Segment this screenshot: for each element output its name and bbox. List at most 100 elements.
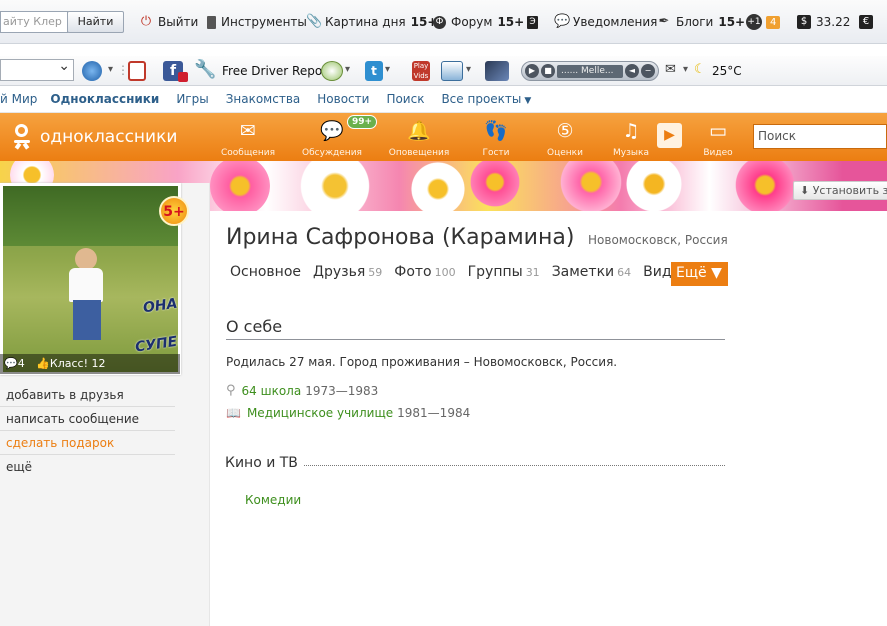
plus-one-button[interactable]: +1 4 xyxy=(746,13,781,31)
dropdown-arrow-icon[interactable]: ▾ xyxy=(108,64,113,75)
volume-icon[interactable]: ◄ xyxy=(625,64,639,78)
tab-groups[interactable]: Группы 31 xyxy=(468,264,540,280)
plus-one-badge: +1 xyxy=(746,14,762,30)
nav-item-dating[interactable]: Знакомства xyxy=(226,92,301,106)
college-link[interactable]: Медицинское училище xyxy=(247,406,393,420)
trees-decoration xyxy=(3,186,178,246)
person-jeans xyxy=(73,300,101,340)
notifications-button[interactable]: 💬 Уведомления xyxy=(554,13,657,31)
comedy-link[interactable]: Комедии xyxy=(245,493,301,507)
send-gift-action[interactable]: сделать подарок xyxy=(0,431,175,455)
blogs-button[interactable]: ✒ Блоги 15+ xyxy=(657,13,746,31)
person-shirt xyxy=(69,268,103,302)
dollar-icon: $ xyxy=(797,15,811,29)
more-actions[interactable]: ещё xyxy=(0,455,175,479)
like-icon: 👍 xyxy=(36,357,50,370)
player-track-title: ...... Melle... xyxy=(557,64,623,78)
flower-decoration xyxy=(300,161,370,211)
tools-button[interactable]: Инструменты xyxy=(207,13,307,31)
flower-decoration xyxy=(210,161,270,211)
gift-icon[interactable] xyxy=(128,61,146,81)
header-music[interactable]: ♫ Музыка xyxy=(597,117,665,161)
about-divider xyxy=(226,339,725,340)
nav-item-news[interactable]: Новости xyxy=(317,92,369,106)
browser-toolbar-top: айту Клер Найти ⏻ Выйти Инструменты 📎 Ка… xyxy=(0,0,887,44)
facebook-badge-icon xyxy=(178,72,188,82)
tab-friends[interactable]: Друзья 59 xyxy=(313,264,382,280)
add-friend-action[interactable]: добавить в друзья xyxy=(0,383,175,407)
wrench-icon[interactable]: 🔧 xyxy=(194,59,216,80)
player-menu-icon[interactable]: − xyxy=(641,64,655,78)
header-ratings[interactable]: ⑤ Оценки xyxy=(531,117,599,161)
ok-logo[interactable]: одноклассники xyxy=(12,124,177,150)
kino-title: Кино и ТВ xyxy=(225,455,298,471)
twitter-dropdown-icon[interactable]: ▾ xyxy=(385,64,390,75)
driver-report-link[interactable]: Free Driver Report xyxy=(222,64,332,78)
tab-notes[interactable]: Заметки 64 xyxy=(552,264,631,280)
header-guests[interactable]: 👣 Гости xyxy=(462,117,530,161)
stop-icon[interactable]: ■ xyxy=(541,64,555,78)
tab-main[interactable]: Основное xyxy=(230,264,301,280)
toolbar-search-input[interactable]: айту Клер xyxy=(0,11,68,33)
profile-photo[interactable]: ОНА СУПЕР xyxy=(0,183,181,375)
playvids-icon[interactable]: Play Vids xyxy=(412,61,430,81)
profile-tabs: Основное Друзья 59 Фото 100 Группы 31 Замет… xyxy=(230,264,701,280)
tab-photos[interactable]: Фото 100 xyxy=(394,264,455,280)
globe-icon[interactable] xyxy=(82,61,102,81)
header-messages[interactable]: ✉ Сообщения xyxy=(214,117,282,161)
comment-icon: 💬 xyxy=(4,357,18,370)
mail-dropdown-icon[interactable]: ▾ xyxy=(683,64,688,75)
power-icon: ⏻ xyxy=(140,14,152,29)
music-play-icon[interactable]: ▶ xyxy=(657,123,682,148)
send-message-action[interactable]: написать сообщение xyxy=(0,407,175,431)
nav-item-odnoklassniki[interactable]: Одноклассники xyxy=(50,92,159,106)
more-tabs-button[interactable]: Ещё ▼ xyxy=(671,262,728,286)
count-badge: 4 xyxy=(766,15,781,29)
project-nav: й Мир Одноклассники Игры Знакомства Ново… xyxy=(0,86,887,113)
euro-button[interactable]: € xyxy=(859,13,878,31)
logout-button[interactable]: ⏻ Выйти xyxy=(139,13,198,31)
gamepad-dropdown-icon[interactable]: ▾ xyxy=(345,64,350,75)
nav-item-mir[interactable]: й Мир xyxy=(0,92,37,106)
address-dropdown[interactable] xyxy=(0,58,74,81)
gamepad-icon[interactable] xyxy=(321,61,343,81)
screen-capture-icon[interactable] xyxy=(441,61,463,81)
play-icon[interactable]: ▶ xyxy=(525,64,539,78)
age-rating-badge: 5+ xyxy=(159,196,189,226)
nav-item-search[interactable]: Поиск xyxy=(386,92,424,106)
media-icon[interactable] xyxy=(485,61,509,81)
header-notifications[interactable]: 🔔 Оповещения xyxy=(385,117,453,161)
paperclip-icon: 📎 xyxy=(306,14,323,29)
envelope-icon: ✉ xyxy=(240,120,256,142)
person-head xyxy=(75,248,97,270)
find-button[interactable]: Найти xyxy=(67,11,124,33)
twitter-icon[interactable]: t xyxy=(365,61,383,81)
bell-icon: 🔔 xyxy=(407,120,431,142)
nav-item-games[interactable]: Игры xyxy=(176,92,208,106)
forum-button[interactable]: Ф Форум 15+ xyxy=(433,13,524,31)
mail-icon[interactable]: ✉ xyxy=(665,62,676,77)
header-video[interactable]: ▭ Видео xyxy=(684,117,752,161)
nav-item-all-projects[interactable]: Все проекты ▼ xyxy=(441,92,531,106)
flower-decoration xyxy=(560,161,622,211)
capture-dropdown-icon[interactable]: ▾ xyxy=(466,64,471,75)
media-player[interactable]: ▶ ■ ...... Melle... ◄ − xyxy=(521,61,659,81)
profile-name: Ирина Сафронова (Карамина) xyxy=(226,225,575,250)
flower-decoration xyxy=(470,161,520,207)
picture-of-day-button[interactable]: 📎 Картина дня 15+ xyxy=(306,13,437,31)
chat-bubble-icon: 💬 xyxy=(554,14,571,29)
download-icon: ⬇ xyxy=(800,184,813,197)
install-button[interactable]: ⬇ Установить з xyxy=(793,181,887,200)
flower-decoration xyxy=(410,161,466,211)
video-icon: ▭ xyxy=(709,120,727,142)
e-button[interactable]: Э xyxy=(527,13,543,31)
school-icon: ⚲ xyxy=(226,383,236,398)
header-search-input[interactable]: Поиск xyxy=(753,124,887,149)
about-text: Родилась 27 мая. Город проживания – Ново… xyxy=(226,355,618,369)
flower-decoration xyxy=(735,161,795,211)
profile-location: Новомосковск, Россия xyxy=(588,233,728,247)
education-school: ⚲ 64 школа 1973—1983 xyxy=(226,383,379,398)
school-link[interactable]: 64 школа xyxy=(242,384,302,398)
dollar-rate-button[interactable]: $ 33.22 xyxy=(797,13,850,31)
tools-icon xyxy=(207,15,216,29)
